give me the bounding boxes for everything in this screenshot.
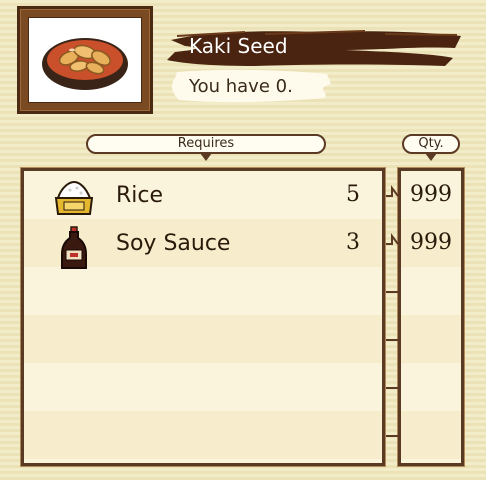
requires-panel: Rice 5 Soy Sauce 3 (21, 168, 385, 466)
requires-pointer (200, 153, 212, 161)
row-connectors (386, 185, 399, 437)
requires-label: Requires (177, 136, 235, 151)
empty-row (24, 365, 382, 413)
soy-sauce-bottle-icon (50, 226, 98, 269)
qty-value: 999 (410, 230, 452, 255)
ingredient-row[interactable]: Soy Sauce 3 (24, 221, 382, 269)
empty-row (24, 269, 382, 317)
qty-header: Qty. (402, 134, 460, 161)
qty-label: Qty. (418, 136, 444, 151)
kaki-seed-bowl-icon (42, 38, 128, 90)
qty-pointer (425, 153, 437, 161)
item-portrait-inner (28, 17, 142, 103)
item-name: Kaki Seed (189, 34, 288, 58)
empty-row (24, 413, 382, 461)
item-portrait (17, 6, 153, 114)
requires-header: Requires (86, 134, 326, 161)
qty-panel: 999 999 (398, 168, 464, 466)
ingredient-name: Soy Sauce (116, 231, 231, 256)
empty-row (24, 317, 382, 365)
ingredient-row[interactable]: Rice 5 (24, 173, 382, 221)
rice-bag-icon (50, 178, 98, 218)
ingredient-required: 3 (346, 230, 360, 255)
owned-count-text: You have 0. (189, 76, 293, 97)
ingredient-name: Rice (116, 183, 164, 208)
qty-value: 999 (410, 182, 452, 207)
ingredient-required: 5 (346, 182, 360, 207)
